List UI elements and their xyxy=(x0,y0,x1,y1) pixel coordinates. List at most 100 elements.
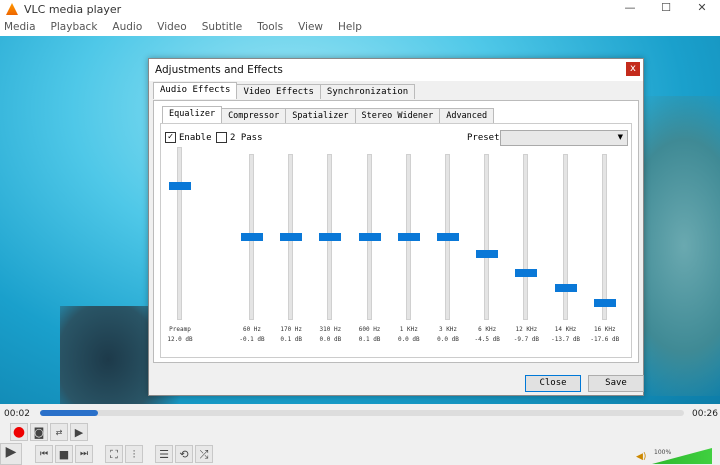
slider-label: 170 Hz xyxy=(280,326,303,333)
slider-label: 6 KHz xyxy=(478,326,497,333)
subtab-equalizer[interactable]: Equalizer xyxy=(162,106,223,123)
eq-band-slider[interactable]: 6 KHz -4.5 dB xyxy=(467,124,507,357)
menu-bar: Media Playback Audio Video Subtitle Tool… xyxy=(0,18,720,36)
slider-label: 12.0 dB xyxy=(167,336,193,343)
previous-button[interactable]: ⏮ xyxy=(35,445,53,463)
subtab-spatializer[interactable]: Spatializer xyxy=(285,108,356,123)
stop-button[interactable]: ■ xyxy=(55,445,73,463)
menu-media[interactable]: Media xyxy=(4,21,36,33)
eq-band-slider[interactable]: 14 KHz -13.7 dB xyxy=(546,124,586,357)
slider-knob[interactable] xyxy=(476,249,499,258)
close-button[interactable]: ✕ xyxy=(684,0,720,18)
seek-progress xyxy=(40,410,98,416)
slider-knob[interactable] xyxy=(358,232,381,241)
slider-label: -13.7 dB xyxy=(551,336,581,343)
slider-track xyxy=(523,154,529,320)
slider-knob[interactable] xyxy=(437,233,459,241)
slider-label: 0.0 dB xyxy=(319,336,342,343)
play-button[interactable]: ▶ xyxy=(0,443,22,465)
window-title: VLC media player xyxy=(24,2,122,16)
menu-help[interactable]: Help xyxy=(338,21,362,33)
total-time: 00:26 xyxy=(692,409,718,419)
player-controls: 00:02 00:26 ● ◙ ⇄ ▶ ▶ ⏮ ■ ⏭ ⛶ ⫶ ☰ ⟲ ⤮ ◀)… xyxy=(0,404,720,465)
eq-band-slider[interactable]: 600 Hz 0.1 dB xyxy=(350,124,390,357)
slider-label: -0.1 dB xyxy=(239,336,265,343)
slider-track xyxy=(562,154,568,320)
maximize-button[interactable]: ☐ xyxy=(648,0,684,18)
two-pass-box xyxy=(216,132,227,143)
subtab-advanced[interactable]: Advanced xyxy=(439,108,495,123)
slider-knob[interactable] xyxy=(241,233,263,242)
slider-label: -17.6 dB xyxy=(590,336,620,343)
eq-band-slider[interactable]: 12 KHz -9.7 dB xyxy=(506,124,546,357)
slider-knob[interactable] xyxy=(169,182,191,191)
slider-track xyxy=(177,147,182,320)
elapsed-time: 00:02 xyxy=(4,409,30,419)
slider-label: 60 Hz xyxy=(242,326,262,333)
playlist-button[interactable]: ☰ xyxy=(155,445,173,463)
menu-tools[interactable]: Tools xyxy=(257,21,283,33)
tab-video-effects[interactable]: Video Effects xyxy=(236,84,321,99)
menu-audio[interactable]: Audio xyxy=(112,21,142,33)
fullscreen-button[interactable]: ⛶ xyxy=(105,445,123,463)
equalizer-panel: ✓ Enable 2 Pass Preset Preamp12.0 dB60 H… xyxy=(160,123,632,358)
menu-playback[interactable]: Playback xyxy=(51,21,98,33)
eq-band-slider[interactable]: 1 KHz 0.0 dB xyxy=(389,124,429,357)
slider-label: 1 KHz xyxy=(399,326,418,333)
tab-synchronization[interactable]: Synchronization xyxy=(319,84,416,99)
adjustments-dialog: Adjustments and Effects x Audio Effects … xyxy=(148,58,644,396)
slider-label: 12 KHz xyxy=(515,326,538,333)
minimize-button[interactable]: — xyxy=(612,0,648,18)
record-button[interactable]: ● xyxy=(10,423,28,441)
frame-step-button[interactable]: ▶ xyxy=(70,423,88,441)
subtab-stereo-widener[interactable]: Stereo Widener xyxy=(354,108,441,123)
slider-label: 16 KHz xyxy=(593,326,616,333)
slider-label: 14 KHz xyxy=(554,326,577,333)
menu-subtitle[interactable]: Subtitle xyxy=(202,21,243,33)
slider-label: 0.0 dB xyxy=(437,336,459,343)
eq-band-slider[interactable]: 60 Hz -0.1 dB xyxy=(232,124,272,357)
eq-band-slider[interactable]: 170 Hz 0.1 dB xyxy=(271,124,311,357)
next-button[interactable]: ⏭ xyxy=(75,445,93,463)
seek-bar[interactable] xyxy=(40,410,684,416)
slider-knob[interactable] xyxy=(593,299,616,307)
ab-loop-button[interactable]: ⇄ xyxy=(50,423,68,441)
menu-video[interactable]: Video xyxy=(157,21,186,33)
slider-label: 0.0 dB xyxy=(397,336,420,343)
snapshot-icon[interactable]: ◙ xyxy=(30,423,48,441)
slider-knob[interactable] xyxy=(397,233,420,241)
speaker-icon[interactable]: ◀) xyxy=(636,452,646,462)
slider-track xyxy=(484,154,490,320)
close-dialog-button[interactable]: Close xyxy=(525,375,581,392)
slider-label: 3 KHz xyxy=(438,326,458,333)
slider-label: 0.1 dB xyxy=(358,336,381,343)
audio-effects-panel: Equalizer Compressor Spatializer Stereo … xyxy=(153,100,639,363)
slider-label: -9.7 dB xyxy=(513,336,540,343)
subtab-compressor[interactable]: Compressor xyxy=(221,108,287,123)
volume-label: 100% xyxy=(654,449,672,456)
slider-knob[interactable] xyxy=(280,232,303,241)
dialog-close-button[interactable]: x xyxy=(626,62,640,76)
preamp-slider[interactable]: Preamp 12.0 dB xyxy=(160,124,200,357)
slider-label: 310 Hz xyxy=(319,326,342,333)
eq-band-slider[interactable]: 3 KHz 0.0 dB xyxy=(428,124,468,357)
shuffle-button[interactable]: ⤮ xyxy=(195,445,213,463)
loop-button[interactable]: ⟲ xyxy=(175,445,193,463)
title-bar: VLC media player — ☐ ✕ xyxy=(0,0,720,18)
slider-label: 0.1 dB xyxy=(280,336,303,343)
slider-label: Preamp xyxy=(169,326,191,333)
dialog-title: Adjustments and Effects xyxy=(149,59,643,81)
save-button[interactable]: Save xyxy=(588,375,644,392)
slider-label: -4.5 dB xyxy=(474,336,500,343)
slider-label: 600 Hz xyxy=(358,326,381,333)
slider-knob[interactable] xyxy=(319,233,342,241)
eq-band-slider[interactable]: 310 Hz 0.0 dB xyxy=(310,124,350,357)
menu-view[interactable]: View xyxy=(298,21,323,33)
slider-knob[interactable] xyxy=(554,284,577,293)
tab-audio-effects[interactable]: Audio Effects xyxy=(153,82,238,99)
slider-knob[interactable] xyxy=(515,269,538,278)
extended-settings-button[interactable]: ⫶ xyxy=(125,445,143,463)
slider-track xyxy=(601,154,607,320)
eq-band-slider[interactable]: 16 KHz -17.6 dB xyxy=(585,124,625,357)
vlc-cone-icon xyxy=(6,3,18,15)
